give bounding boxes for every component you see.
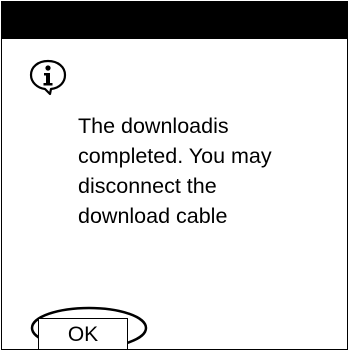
dialog-title-bar [2,2,347,39]
info-speech-bubble-icon [29,59,67,96]
dialog-message: The downloadis completed. You may discon… [78,114,272,228]
ok-button[interactable]: OK [38,318,128,350]
download-complete-dialog: The downloadis completed. You may discon… [1,1,348,350]
